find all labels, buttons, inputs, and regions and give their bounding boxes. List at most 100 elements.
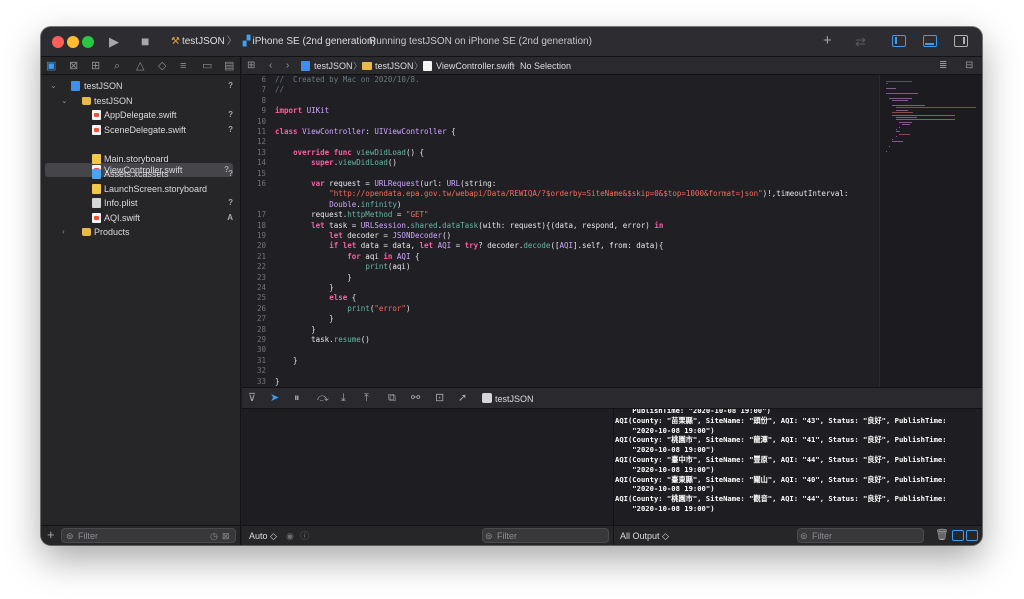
tree-item-group[interactable]: › Products — [41, 225, 241, 239]
code-line[interactable]: 9 import UIKit — [242, 106, 879, 116]
code-line[interactable]: 7 // — [242, 85, 879, 95]
tree-item-file[interactable]: AQI.swift A — [41, 211, 241, 225]
code-line[interactable]: 29 task.resume() — [242, 335, 879, 345]
code-line[interactable]: Double.infinity) — [242, 200, 879, 210]
folder-icon[interactable]: ▣ — [46, 59, 56, 73]
code-line[interactable]: 21 for aqi in AQI { — [242, 252, 879, 262]
editor-options-icon[interactable]: ≣ — [939, 57, 947, 75]
memory-graph-icon[interactable]: ⚯ — [411, 392, 420, 405]
plus-icon[interactable]: + — [823, 33, 832, 49]
back-icon[interactable]: ‹ — [269, 57, 272, 75]
info-icon[interactable]: ⓘ — [300, 530, 309, 542]
report-icon[interactable]: ▤ — [224, 59, 234, 73]
code-line[interactable]: 27 } — [242, 314, 879, 324]
source-control-icon[interactable]: ⊠ — [69, 59, 78, 73]
code-line[interactable]: 22 print(aqi) — [242, 262, 879, 272]
tree-item-file[interactable]: Main.storyboard — [41, 152, 241, 166]
code-line[interactable]: 24 } — [242, 283, 879, 293]
code-line[interactable]: 11 class ViewController: UIViewController… — [242, 127, 879, 137]
code-line[interactable]: 14 super.viewDidLoad() — [242, 158, 879, 168]
code-line[interactable]: "http://opendata.epa.gov.tw/webapi/Data/… — [242, 189, 879, 199]
chevron-right-icon[interactable]: › — [62, 225, 65, 239]
chevron-down-icon[interactable]: ⌄ — [61, 94, 68, 108]
code-line[interactable]: 17 request.httpMethod = "GET" — [242, 210, 879, 220]
step-out-icon[interactable]: ⤒ — [364, 392, 369, 405]
zoom-window-button[interactable] — [82, 36, 94, 48]
breadcrumb-group[interactable]: testJSON — [375, 57, 414, 75]
code-line[interactable]: 28 } — [242, 325, 879, 335]
code-line[interactable]: 30 — [242, 345, 879, 355]
toggle-inspector-button[interactable] — [954, 35, 968, 47]
test-icon[interactable]: ◇ — [158, 59, 166, 73]
code-line[interactable]: 6 // Created by Mac on 2020/10/8. — [242, 75, 879, 85]
show-console-button[interactable] — [966, 530, 978, 541]
variables-filter-input[interactable] — [482, 528, 609, 543]
minimize-window-button[interactable] — [67, 36, 79, 48]
tree-item-file[interactable]: AppDelegate.swift ? — [41, 108, 241, 122]
simulate-location-icon[interactable]: ➚ — [458, 392, 467, 405]
source-control-filter-icon[interactable]: ⊠ — [222, 529, 230, 543]
breakpoint-icon[interactable]: ▭ — [202, 59, 212, 73]
code-line[interactable]: 20 if let data = data, let AQI = try? de… — [242, 241, 879, 251]
debug-target[interactable]: testJSON — [495, 393, 534, 405]
show-variables-button[interactable] — [952, 530, 964, 541]
step-over-icon[interactable]: ⤼ — [317, 392, 329, 405]
code-line[interactable]: 10 — [242, 117, 879, 127]
variables-scope-select[interactable]: Auto ◇ — [249, 530, 277, 542]
tree-item-project[interactable]: ⌄ testJSON ? — [41, 79, 241, 93]
hide-debug-area-icon[interactable]: ⊽ — [248, 392, 256, 405]
add-editor-icon[interactable]: ⊟ — [965, 57, 973, 75]
toggle-navigator-button[interactable] — [892, 35, 906, 47]
code-line[interactable]: 13 override func viewDidLoad() { — [242, 148, 879, 158]
chevron-down-icon[interactable]: ⌄ — [50, 79, 57, 93]
code-line[interactable]: 26 print("error") — [242, 304, 879, 314]
code-line[interactable]: 15 — [242, 169, 879, 179]
code-line[interactable]: 19 let decoder = JSONDecoder() — [242, 231, 879, 241]
code-review-icon[interactable]: ⇄ — [855, 34, 866, 50]
related-items-icon[interactable]: ⊞ — [247, 57, 255, 75]
minimap[interactable] — [879, 75, 982, 387]
tree-item-file[interactable]: Info.plist ? — [41, 196, 241, 210]
console-output[interactable]: PublishTime: "2020-10-08 19:00") AQI(Coun… — [613, 409, 982, 525]
console-output-select[interactable]: All Output ◇ — [620, 530, 669, 542]
scheme-selector[interactable]: ⚒ testJSON 〉 ▞ iPhone SE (2nd generation) — [171, 35, 376, 49]
step-into-icon[interactable]: ⤓ — [341, 392, 346, 405]
breadcrumb-selection[interactable]: No Selection — [520, 57, 571, 75]
add-file-icon[interactable]: + — [47, 528, 55, 542]
variables-view[interactable] — [242, 409, 613, 525]
breadcrumb-file[interactable]: ViewController.swift — [436, 57, 514, 75]
toggle-debug-area-button[interactable] — [923, 35, 937, 47]
code-line[interactable]: 18 let task = URLSession.shared.dataTask… — [242, 221, 879, 231]
tree-item-file[interactable]: SceneDelegate.swift ? — [41, 123, 241, 137]
code-editor[interactable]: 6 // Created by Mac on 2020/10/8. 7 // 8 9 imp… — [242, 75, 879, 387]
close-window-button[interactable] — [52, 36, 64, 48]
recent-files-icon[interactable]: ◷ — [210, 529, 218, 543]
view-hierarchy-icon[interactable]: ⧉ — [388, 392, 396, 405]
code-line[interactable]: 32 — [242, 366, 879, 376]
code-line[interactable]: 33} — [242, 377, 879, 387]
code-line[interactable]: 12 — [242, 137, 879, 147]
code-line[interactable]: 8 — [242, 96, 879, 106]
warning-icon[interactable]: △ — [136, 59, 144, 73]
forward-icon[interactable]: › — [286, 57, 289, 75]
code-line[interactable]: 16 var request = URLRequest(url: URL(str… — [242, 179, 879, 189]
eye-icon[interactable]: ◉ — [286, 530, 294, 542]
tree-item-file[interactable]: LaunchScreen.storyboard — [41, 182, 241, 196]
pause-icon[interactable]: ⏸ — [294, 392, 300, 405]
search-icon[interactable]: ⌕ — [114, 59, 120, 73]
code-text: var request = URLRequest(url: URL(string… — [311, 179, 497, 188]
debug-icon[interactable]: ≡ — [180, 59, 186, 73]
code-line[interactable]: 25 else { — [242, 293, 879, 303]
tree-item-group[interactable]: ⌄ testJSON — [41, 94, 241, 108]
console-filter-input[interactable] — [797, 528, 924, 543]
code-line[interactable]: 31 } — [242, 356, 879, 366]
breadcrumb-project[interactable]: testJSON — [314, 57, 353, 75]
run-icon[interactable]: ▶ — [109, 34, 119, 50]
trash-icon[interactable]: 🗑 — [935, 529, 949, 541]
code-line[interactable]: 23 } — [242, 273, 879, 283]
stop-icon[interactable]: ■ — [141, 33, 149, 49]
breakpoints-toggle-icon[interactable]: ➤ — [270, 392, 279, 405]
tree-item-file[interactable]: Assets.xcassets ? — [41, 167, 241, 181]
hierarchy-icon[interactable]: ⊞ — [91, 59, 100, 73]
environment-overrides-icon[interactable]: ⊡ — [435, 392, 444, 405]
